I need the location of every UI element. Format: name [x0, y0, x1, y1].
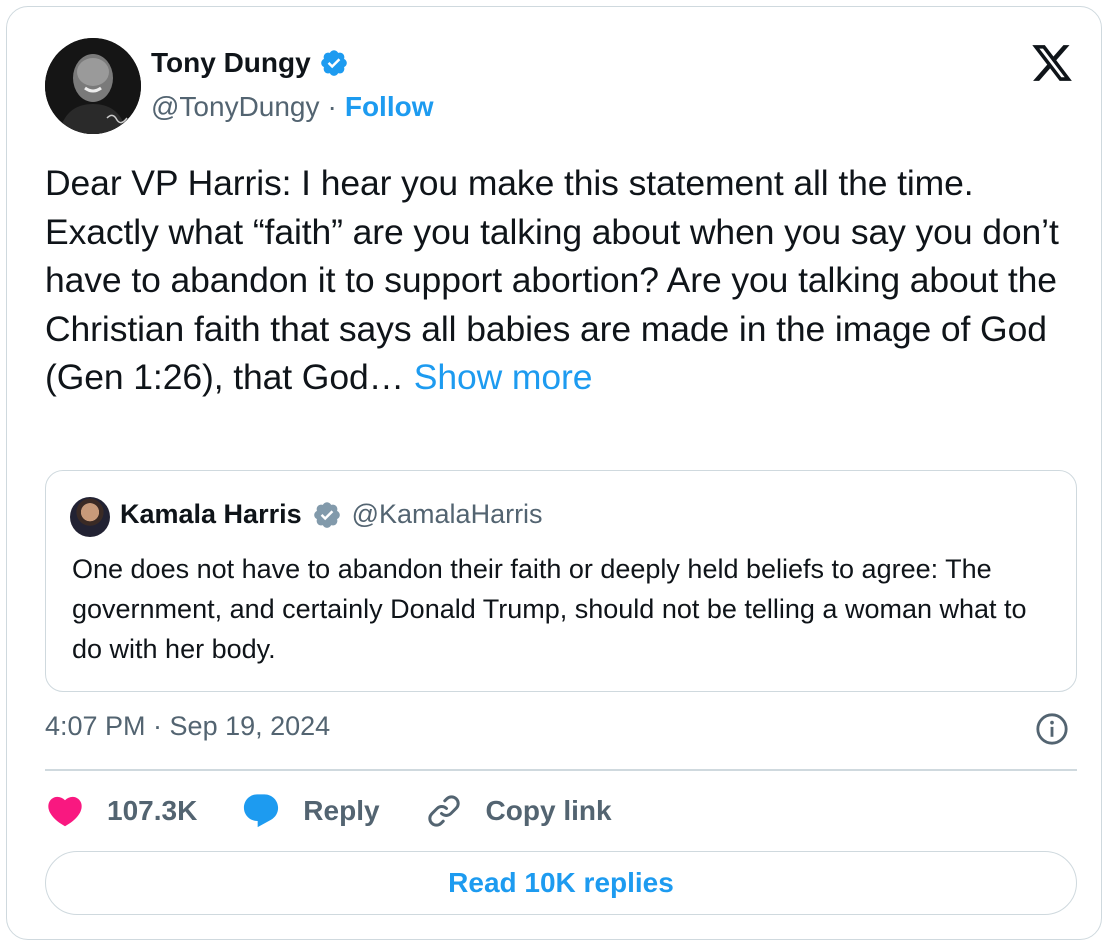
link-icon: [427, 795, 460, 827]
tweet-timestamp[interactable]: 4:07 PM · Sep 19, 2024: [45, 711, 330, 742]
reply-label: Reply: [303, 795, 380, 826]
reply-icon: [244, 794, 279, 828]
copy-link-button[interactable]: Copy link: [424, 791, 612, 831]
info-icon[interactable]: [1035, 712, 1069, 746]
verified-badge-icon: [319, 48, 349, 78]
author-handle-row: @TonyDungy · Follow: [151, 91, 434, 123]
quoted-author-handle: @KamalaHarris: [351, 499, 543, 529]
verified-badge-icon: [312, 500, 342, 530]
author-handle[interactable]: @TonyDungy: [151, 91, 320, 123]
read-replies-button[interactable]: Read 10K replies: [45, 851, 1077, 915]
like-count: 107.3K: [107, 795, 198, 826]
heart-icon: [48, 796, 82, 827]
show-more-link[interactable]: Show more: [414, 357, 593, 397]
quoted-header: Kamala Harris @KamalaHarris: [120, 499, 543, 530]
divider: [45, 769, 1077, 771]
quoted-tweet-text: One does not have to abandon their faith…: [72, 554, 1027, 664]
like-button[interactable]: 107.3K: [45, 791, 197, 831]
x-logo-icon[interactable]: [1029, 41, 1075, 85]
quoted-tweet[interactable]: Kamala Harris @KamalaHarris One does not…: [45, 470, 1077, 692]
separator-dot: ·: [327, 91, 337, 122]
follow-button[interactable]: Follow: [345, 91, 434, 123]
copy-link-label: Copy link: [485, 795, 612, 826]
quoted-author-name: Kamala Harris: [120, 499, 302, 529]
reply-button[interactable]: Reply: [241, 791, 380, 831]
author-avatar[interactable]: [45, 38, 141, 134]
author-name-row: Tony Dungy: [151, 47, 349, 79]
tweet-text: Dear VP Harris: I hear you make this sta…: [45, 159, 1075, 402]
quoted-author-avatar: [70, 497, 110, 537]
action-bar: 107.3K Reply Copy link: [45, 789, 612, 833]
tweet-card: Tony Dungy @TonyDungy · Follow Dear VP H…: [6, 6, 1102, 940]
author-name[interactable]: Tony Dungy: [151, 47, 311, 79]
